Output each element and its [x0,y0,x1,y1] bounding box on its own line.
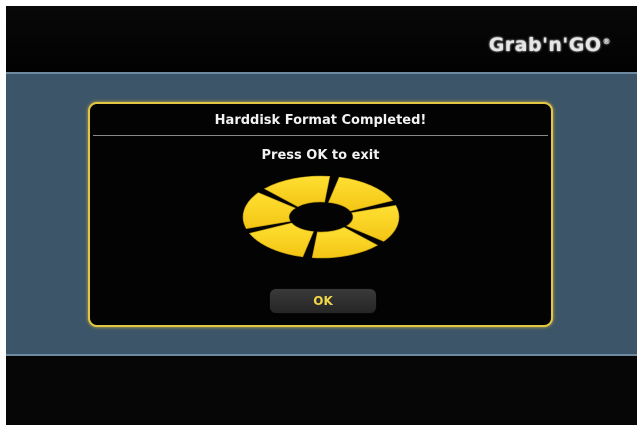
format-complete-dialog: Harddisk Format Completed! Press OK to e… [88,102,553,327]
busy-spinner-icon [242,175,400,259]
dialog-title: Harddisk Format Completed! [214,113,427,128]
registered-mark: ® [602,36,611,46]
title-divider [93,135,548,136]
spinner-segment [328,176,394,212]
dialog-message: Press OK to exit [261,148,380,163]
top-bar: Grab'n'GO® [6,6,637,72]
spinner-segment [248,222,314,258]
bottom-bar [6,356,637,425]
tv-screen: Grab'n'GO® Harddisk Format Completed! Pr… [6,6,637,425]
ok-button[interactable]: OK [270,289,376,313]
brand-logo: Grab'n'GO® [489,34,611,56]
brand-name: Grab'n'GO [488,34,602,56]
